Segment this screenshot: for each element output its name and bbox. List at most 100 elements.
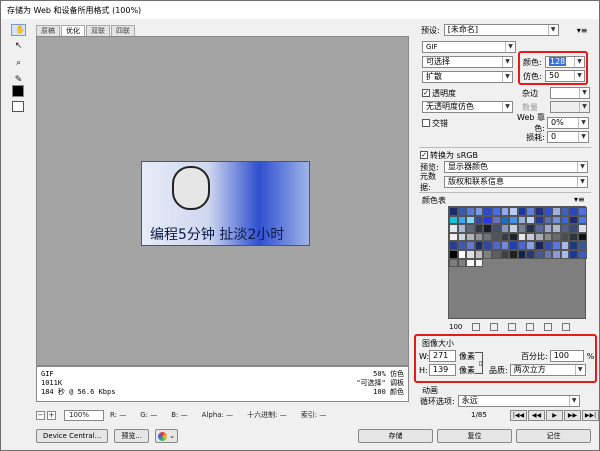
color-swatch[interactable] <box>577 215 587 225</box>
color-swatch[interactable] <box>449 232 458 242</box>
color-swatch[interactable] <box>483 232 492 242</box>
color-swatch[interactable] <box>534 207 544 216</box>
width-input[interactable]: 271 <box>429 350 456 362</box>
new-color-icon[interactable] <box>544 323 553 331</box>
color-swatch[interactable] <box>457 224 467 233</box>
constrain-proportions-link-icon[interactable]: ▯ <box>475 352 483 374</box>
color-swatch[interactable] <box>457 232 467 242</box>
zoom-out-button[interactable]: − <box>36 410 45 420</box>
color-swatch[interactable] <box>491 215 501 225</box>
preview-button[interactable]: 预览... <box>114 429 150 443</box>
color-swatch[interactable] <box>483 224 492 233</box>
loop-options-select[interactable]: 永远 ▼ <box>457 395 580 407</box>
color-swatch[interactable] <box>474 232 484 242</box>
color-swatch[interactable] <box>517 232 527 242</box>
tab-4-up[interactable]: 四联 <box>111 25 135 36</box>
next-frame-icon[interactable]: ▶▶ <box>564 409 581 421</box>
color-swatch[interactable] <box>500 249 510 259</box>
previous-frame-icon[interactable]: ◀◀ <box>528 409 545 421</box>
color-swatch[interactable] <box>491 241 501 250</box>
color-swatch[interactable] <box>543 224 553 233</box>
color-swatch[interactable] <box>552 249 561 259</box>
color-swatch[interactable] <box>552 207 561 216</box>
color-swatch[interactable] <box>552 215 561 225</box>
color-swatch[interactable] <box>560 224 570 233</box>
color-swatch[interactable] <box>534 232 544 242</box>
color-swatch[interactable] <box>500 224 510 233</box>
color-swatch[interactable] <box>449 249 458 259</box>
image-canvas[interactable]: 编程5分钟 扯淡2小时 <box>36 36 409 366</box>
color-swatch[interactable] <box>560 215 570 225</box>
color-swatch[interactable] <box>560 249 570 259</box>
color-swatch[interactable] <box>509 249 518 259</box>
color-swatch[interactable] <box>552 224 561 233</box>
percent-input[interactable]: 100 <box>549 350 584 362</box>
tab-2-up[interactable]: 双联 <box>86 25 110 36</box>
color-swatch[interactable] <box>491 249 501 259</box>
color-swatch[interactable] <box>474 215 484 225</box>
color-swatch[interactable] <box>491 232 501 242</box>
color-swatch[interactable] <box>560 232 570 242</box>
color-swatch[interactable] <box>457 207 467 216</box>
color-table[interactable] <box>448 206 587 319</box>
dither-input[interactable]: 50 ▼ <box>545 70 585 82</box>
color-swatch[interactable] <box>449 258 458 268</box>
color-swatch[interactable] <box>526 207 535 216</box>
color-swatch[interactable] <box>509 232 518 242</box>
color-swatch[interactable] <box>560 207 570 216</box>
color-swatch[interactable] <box>517 215 527 225</box>
color-swatch[interactable] <box>577 241 587 250</box>
device-central-button[interactable]: Device Central... <box>36 429 109 443</box>
palette-select[interactable]: 可选择 ▼ <box>422 56 513 68</box>
color-swatch[interactable] <box>526 224 535 233</box>
color-swatch[interactable] <box>534 249 544 259</box>
dither-algorithm-select[interactable]: 扩散 ▼ <box>422 71 513 83</box>
color-swatch[interactable] <box>466 258 475 268</box>
remember-button[interactable]: 记住 <box>516 429 591 443</box>
color-swatch[interactable] <box>483 215 492 225</box>
color-swatch[interactable] <box>474 249 484 259</box>
add-color-icon[interactable] <box>526 323 535 331</box>
format-select[interactable]: GIF ▼ <box>422 41 516 53</box>
preset-select[interactable]: [未命名] ▼ <box>443 24 559 36</box>
last-frame-icon[interactable]: ▶▶| <box>582 409 599 421</box>
color-swatch[interactable] <box>569 232 578 242</box>
color-swatch[interactable] <box>457 241 467 250</box>
first-frame-icon[interactable]: |◀◀ <box>510 409 527 421</box>
color-swatch[interactable] <box>543 232 553 242</box>
color-swatch[interactable] <box>543 207 553 216</box>
color-swatch[interactable] <box>552 232 561 242</box>
interlaced-checkbox[interactable] <box>422 119 430 127</box>
color-swatch[interactable] <box>474 207 484 216</box>
color-swatch[interactable] <box>500 241 510 250</box>
color-swatch[interactable] <box>534 224 544 233</box>
save-button[interactable]: 存储 <box>358 429 433 443</box>
color-swatch[interactable] <box>466 224 475 233</box>
zoom-in-button[interactable]: + <box>47 410 56 420</box>
color-swatch[interactable] <box>577 224 587 233</box>
color-swatch[interactable] <box>543 215 553 225</box>
zoom-icon[interactable]: ⌕ <box>11 56 26 70</box>
color-swatch[interactable] <box>509 207 518 216</box>
color-swatch[interactable] <box>534 215 544 225</box>
color-swatch[interactable] <box>449 215 458 225</box>
color-swatch[interactable] <box>449 224 458 233</box>
map-color-icon[interactable] <box>472 323 481 331</box>
color-swatch[interactable] <box>526 215 535 225</box>
preview-mode-select[interactable]: 显示器颜色 ▼ <box>444 161 588 173</box>
color-swatch[interactable] <box>491 224 501 233</box>
web-snap-input[interactable]: 0% ▼ <box>547 117 589 129</box>
eyedropper-color-swatch[interactable] <box>12 85 24 97</box>
convert-srgb-checkbox[interactable]: ✓ <box>420 151 428 159</box>
color-swatch[interactable] <box>466 215 475 225</box>
toggle-slices-icon[interactable] <box>12 101 24 112</box>
color-swatch[interactable] <box>466 232 475 242</box>
quality-select[interactable]: 两次立方 ▼ <box>509 364 586 376</box>
color-swatch[interactable] <box>457 249 467 259</box>
color-swatch[interactable] <box>543 241 553 250</box>
color-swatch[interactable] <box>517 207 527 216</box>
color-swatch[interactable] <box>483 241 492 250</box>
lock-color-icon[interactable] <box>508 323 517 331</box>
color-swatch[interactable] <box>569 241 578 250</box>
lossy-input[interactable]: 0 ▼ <box>547 131 589 143</box>
